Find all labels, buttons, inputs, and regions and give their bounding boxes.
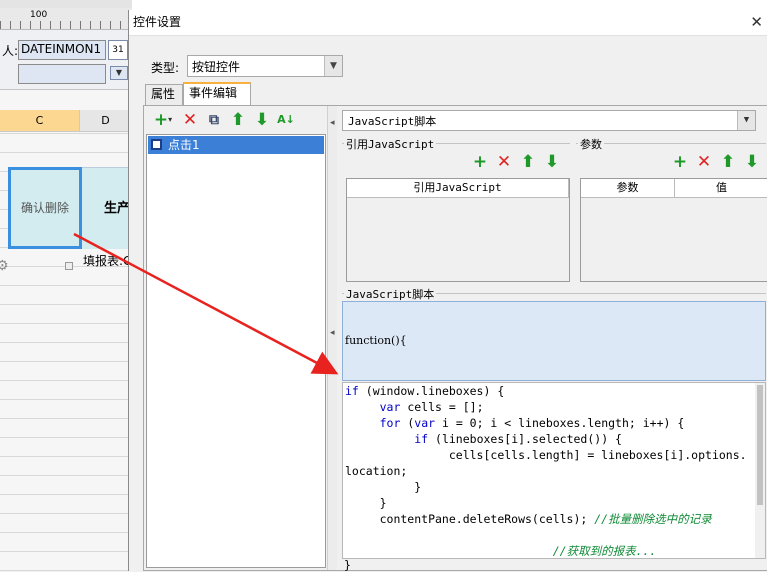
column-header-d[interactable]: D — [80, 110, 132, 132]
confirm-delete-cell[interactable]: 确认删除 — [8, 167, 82, 249]
code-editor[interactable]: if (window.lineboxes) { var cells = []; … — [342, 382, 766, 559]
add-icon[interactable]: + — [470, 152, 490, 172]
code-line: for (var i = 0; i < lineboxes.length; i+… — [379, 416, 685, 430]
type-select[interactable]: 按钮控件 ▼ — [187, 55, 343, 77]
params-table: 参数 值 — [580, 178, 767, 282]
section-rule — [576, 143, 766, 144]
code-line: //获取到的报表... — [552, 544, 657, 558]
calendar-icon[interactable]: 31 — [108, 40, 128, 60]
type-label: 类型: — [151, 61, 180, 75]
delete-event-icon[interactable]: ✕ — [180, 110, 200, 130]
horizontal-ruler: 100 — [0, 8, 132, 30]
script-type-select[interactable]: JavaScript脚本 ▼ — [342, 110, 756, 131]
event-item-click1[interactable]: 点击1 — [148, 136, 324, 154]
widget-property-strip: 人: DATEINMON1 31 ▼ — [0, 30, 132, 90]
code-line: contentPane.deleteRows(cells); //批量删除选中的… — [345, 512, 712, 526]
code-line: if (window.lineboxes) { — [345, 384, 505, 398]
code-line: cells[cells.length] = lineboxes[i].optio… — [345, 448, 747, 462]
value-column-header[interactable]: 值 — [675, 179, 767, 198]
report-fill-cell[interactable]: 填报表:C — [83, 252, 132, 269]
function-closing: } — [344, 558, 351, 572]
ruler-ticks — [0, 21, 132, 29]
move-down-icon[interactable]: ⬇ — [252, 110, 272, 130]
code-line: } — [345, 480, 422, 494]
code-line: } — [345, 496, 387, 510]
params-section-label: 参数 — [578, 136, 604, 152]
move-up-icon[interactable]: ⬆ — [718, 152, 738, 172]
dropdown-icon[interactable]: ▼ — [110, 66, 128, 80]
script-section-label: JavaScript脚本 — [344, 286, 437, 302]
ref-js-section-label: 引用JavaScript — [344, 136, 437, 152]
type-value: 按钮控件 — [192, 60, 241, 74]
sort-icon[interactable]: A↓ — [276, 110, 296, 130]
production-cell[interactable]: 生产 — [82, 167, 132, 249]
delete-icon[interactable]: ✕ — [494, 152, 514, 172]
copy-icon[interactable]: ⧉ — [204, 110, 224, 130]
function-header-box: function(){ — [342, 301, 766, 381]
move-up-icon[interactable]: ⬆ — [518, 152, 538, 172]
scrollbar-thumb[interactable] — [757, 385, 763, 505]
chevron-down-icon[interactable]: ▼ — [324, 56, 342, 76]
dialog-titlebar: 控件设置 ✕ — [129, 10, 767, 36]
move-up-icon[interactable]: ⬆ — [228, 110, 248, 130]
code-line: location; — [345, 464, 408, 478]
code-line: if (lineboxes[i].selected()) { — [414, 432, 622, 446]
pane-splitter[interactable]: ◂ ◂ — [327, 106, 337, 570]
code-scrollbar[interactable] — [755, 383, 765, 558]
chevron-down-icon[interactable]: ▼ — [737, 111, 755, 130]
event-icon — [151, 139, 162, 150]
close-icon[interactable]: ✕ — [750, 10, 763, 34]
event-list-pane: +▾ ✕ ⧉ ⬆ ⬇ A↓ 点击1 — [144, 106, 327, 570]
add-event-icon[interactable]: +▾ — [150, 110, 176, 130]
top-toolbar-strip — [0, 0, 132, 8]
ref-js-table: 引用JavaScript — [346, 178, 570, 282]
gear-icon: ⚙ — [0, 258, 9, 274]
collapse-left-icon[interactable]: ◂ — [330, 118, 335, 128]
date-field[interactable]: DATEINMON1 — [18, 40, 106, 60]
ref-js-column-header[interactable]: 引用JavaScript — [347, 179, 569, 198]
param-column-header[interactable]: 参数 — [581, 179, 675, 198]
move-down-icon[interactable]: ⬇ — [542, 152, 562, 172]
event-item-label: 点击1 — [168, 138, 200, 152]
tab-properties[interactable]: 属性 — [145, 84, 183, 105]
field-label: 人: — [2, 44, 19, 58]
event-edit-panel: +▾ ✕ ⧉ ⬆ ⬇ A↓ 点击1 ◂ ◂ JavaScript脚本 ▼ 引用J… — [143, 105, 767, 572]
code-text: if (window.lineboxes) { var cells = []; … — [343, 383, 765, 558]
script-type-value: JavaScript脚本 — [348, 115, 437, 128]
dialog-title: 控件设置 — [133, 15, 182, 29]
delete-icon[interactable]: ✕ — [694, 152, 714, 172]
code-line: var cells = []; — [379, 400, 484, 414]
collapse-grip-icon[interactable]: ◂ — [330, 328, 335, 338]
widget-settings-dialog: 控件设置 ✕ 类型: 按钮控件 ▼ 属性 事件编辑 +▾ ✕ ⧉ ⬆ ⬇ A↓ — [128, 10, 767, 572]
ruler-number: 100 — [30, 10, 48, 20]
event-list: 点击1 — [146, 134, 326, 568]
secondary-field[interactable] — [18, 64, 106, 84]
move-down-icon[interactable]: ⬇ — [742, 152, 762, 172]
add-icon[interactable]: + — [670, 152, 690, 172]
sheet-grid: C D 确认删除 生产 填报表:C ⚙ — [0, 90, 132, 571]
column-header-c[interactable]: C — [0, 110, 80, 132]
script-editor-pane: JavaScript脚本 ▼ 引用JavaScript 参数 + ✕ ⬆ ⬇ +… — [338, 106, 767, 572]
tab-event-edit[interactable]: 事件编辑 — [183, 82, 251, 105]
function-header: function(){ — [345, 334, 407, 347]
cell-widget-icon — [65, 262, 73, 270]
